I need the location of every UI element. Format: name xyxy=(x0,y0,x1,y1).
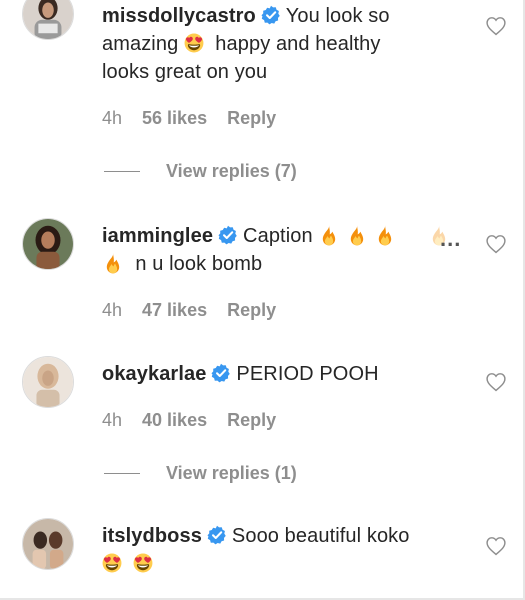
comment-body-4: itslydboss Sooo beautiful koko xyxy=(102,522,432,578)
like-heart-icon[interactable] xyxy=(485,234,507,254)
replies-dash xyxy=(104,472,140,474)
heart-eyes-emoji xyxy=(184,33,204,53)
comment-text: n u look bomb xyxy=(135,253,263,275)
verified-badge-icon xyxy=(207,525,227,545)
comment-time: 4h xyxy=(102,108,123,128)
view-replies-label: View replies (7) xyxy=(166,161,297,181)
view-replies-button[interactable]: View replies (1) xyxy=(104,462,297,484)
comment-meta-1: 4h 56 likes Reply xyxy=(102,107,276,129)
heart-eyes-emoji xyxy=(133,553,153,573)
reply-button[interactable]: Reply xyxy=(227,299,276,321)
comment-body-2: iamminglee Caption n u look bomb xyxy=(102,222,447,278)
verified-badge-icon xyxy=(261,5,281,25)
more-text-button[interactable]: ... xyxy=(440,226,461,252)
comment-text: You look so xyxy=(285,5,390,27)
comment-username[interactable]: itslydboss xyxy=(102,525,202,547)
comment-text: amazing xyxy=(102,33,179,55)
fire-emoji xyxy=(346,224,368,246)
avatar-missdollycastro[interactable] xyxy=(22,0,74,40)
avatar-okaykarlae[interactable] xyxy=(22,356,74,408)
view-replies-button[interactable]: View replies (7) xyxy=(104,160,297,182)
comment-text: happy and healthy xyxy=(215,33,381,55)
replies-dash xyxy=(104,170,140,172)
likes-count[interactable]: 40 likes xyxy=(142,409,207,431)
comment-body-1: missdollycastro You look so amazing happy… xyxy=(102,2,432,86)
fire-emoji xyxy=(318,224,340,246)
reply-button[interactable]: Reply xyxy=(227,107,276,129)
likes-count[interactable]: 56 likes xyxy=(142,107,207,129)
comment-time: 4h xyxy=(102,300,123,320)
comment-username[interactable]: iamminglee xyxy=(102,225,213,247)
like-heart-icon[interactable] xyxy=(485,372,507,392)
verified-badge-icon xyxy=(218,225,238,245)
like-heart-icon[interactable] xyxy=(485,16,507,36)
comment-time: 4h xyxy=(102,410,123,430)
likes-count[interactable]: 47 likes xyxy=(142,299,207,321)
comment-meta-3: 4h 40 likes Reply xyxy=(102,409,276,431)
comment-body-3: okaykarlae PERIOD POOH xyxy=(102,360,432,388)
comment-username[interactable]: missdollycastro xyxy=(102,5,256,27)
view-replies-label: View replies (1) xyxy=(166,463,297,483)
comment-username[interactable]: okaykarlae xyxy=(102,363,206,385)
fire-emoji xyxy=(374,224,396,246)
comment-text: looks great on you xyxy=(102,61,268,83)
comment-text: Sooo beautiful koko xyxy=(231,525,410,547)
comment-text: PERIOD POOH xyxy=(236,363,379,385)
avatar-itslydboss[interactable] xyxy=(22,518,74,570)
like-heart-icon[interactable] xyxy=(485,536,507,556)
heart-eyes-emoji xyxy=(102,553,122,573)
fire-emoji xyxy=(102,252,124,274)
reply-button[interactable]: Reply xyxy=(227,409,276,431)
comment-meta-2: 4h 47 likes Reply xyxy=(102,299,276,321)
comment-text: Caption xyxy=(243,225,313,247)
verified-badge-icon xyxy=(211,363,231,383)
avatar-iamminglee[interactable] xyxy=(22,218,74,270)
